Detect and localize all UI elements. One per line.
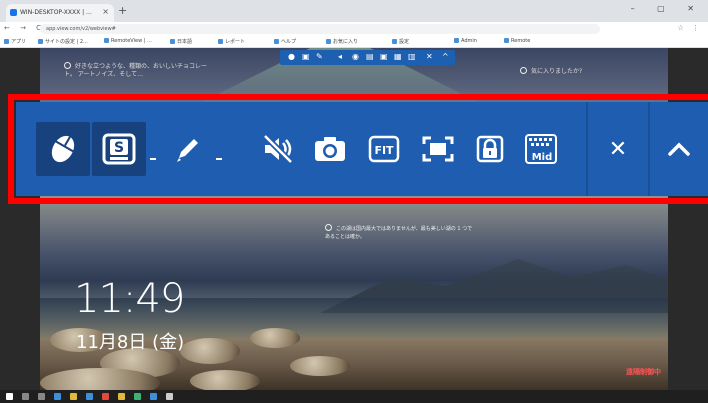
app-icon[interactable] — [86, 393, 93, 400]
mouse-icon — [51, 135, 75, 163]
info-icon — [64, 62, 71, 69]
bookmark-item[interactable]: Remote — [504, 38, 530, 44]
keyboard-s-icon[interactable]: ▣ — [302, 52, 310, 61]
quality-button[interactable]: Mid — [516, 122, 566, 176]
task-view-icon[interactable] — [38, 393, 45, 400]
spotlight-like-prompt[interactable]: 気に入りましたか? — [520, 66, 582, 75]
fullscreen-button[interactable] — [414, 122, 462, 176]
spotlight-tip-middle[interactable]: この湖は国内最大ではありませんが、最も美しい湖の 1 つであることは確か。 — [325, 224, 475, 241]
pen-dropdown-caret[interactable] — [216, 158, 222, 160]
svg-text:FIT: FIT — [374, 144, 394, 157]
edge-icon[interactable] — [54, 393, 61, 400]
pen-icon[interactable]: ✎ — [316, 52, 323, 61]
bookmark-item[interactable]: お気に入り — [326, 38, 358, 45]
tab-favicon-icon — [10, 9, 17, 16]
chevron-up-icon — [668, 142, 690, 156]
quality-mid-icon: Mid — [525, 134, 557, 164]
url-field[interactable]: app.view.com/v2/webview# — [40, 24, 600, 34]
mute-button[interactable] — [254, 122, 302, 176]
speaker-muted-icon — [262, 134, 294, 164]
bookmarks-bar: アプリ サイトの設定 | 2... RemoteView | ... 日本語 レ… — [0, 36, 708, 48]
fullscreen-icon[interactable]: ▣ — [380, 52, 388, 61]
folder-icon[interactable] — [70, 393, 77, 400]
bookmark-item[interactable]: レポート — [218, 38, 245, 45]
windows-start-icon[interactable] — [6, 393, 13, 400]
screenshot-button[interactable] — [306, 122, 354, 176]
window-controls[interactable]: – ▢ ✕ — [631, 4, 704, 13]
svg-text:S: S — [114, 140, 124, 156]
search-icon[interactable] — [22, 393, 29, 400]
tab-close-button[interactable]: × — [102, 7, 109, 16]
lock-screen-clock: 11:49 — [74, 276, 185, 322]
quality-mid-icon[interactable]: ▥ — [408, 52, 416, 61]
remote-toolbar: S FIT Mid ✕ — [16, 102, 708, 196]
keyboard-mode-button[interactable]: S — [92, 122, 146, 176]
pen-icon — [177, 139, 198, 162]
lock-screen-date: 11月8日 (金) — [76, 332, 185, 353]
close-icon: ✕ — [608, 136, 628, 162]
spotlight-tip-top-left[interactable]: 好きな立つような、種類の、おいしいチョコレート。 アートノイズ、そして… — [64, 62, 214, 79]
search-icon — [325, 224, 332, 231]
collapse-toolbar-button[interactable] — [656, 122, 702, 176]
address-bar-row: ← → C ⌂ app.view.com/v2/webview# ☆ ⋮ — [0, 22, 708, 36]
mouse-mode-button[interactable] — [36, 122, 90, 176]
chevron-up-icon[interactable]: ^ — [442, 52, 449, 61]
info-icon — [520, 67, 527, 74]
pen-button[interactable] — [166, 122, 210, 176]
fit-button[interactable]: FIT — [360, 122, 408, 176]
speaker-muted-icon[interactable]: ◂ — [338, 52, 342, 61]
fit-icon[interactable]: ▤ — [366, 52, 374, 61]
app-icon[interactable] — [118, 393, 125, 400]
new-tab-button[interactable]: + — [118, 4, 127, 17]
bookmark-item[interactable]: アプリ — [4, 38, 26, 45]
browser-tab[interactable]: WIN-DESKTOP-XXXX | ... × — [6, 4, 114, 22]
app-icon[interactable] — [150, 393, 157, 400]
keyboard-s-icon: S — [102, 133, 136, 165]
fit-icon: FIT — [368, 135, 400, 163]
bookmark-item[interactable]: RemoteView | ... — [104, 38, 152, 44]
fullscreen-icon — [422, 136, 454, 162]
mini-toolbar[interactable]: ● ▣ ✎ ◂ ◉ ▤ ▣ ▦ ▥ ✕ ^ — [280, 50, 455, 65]
lock-icon — [476, 135, 504, 163]
app-icon[interactable] — [166, 393, 173, 400]
lock-icon[interactable]: ▦ — [394, 52, 402, 61]
browser-tab-bar: WIN-DESKTOP-XXXX | ... × + – ▢ ✕ — [0, 0, 708, 22]
close-icon[interactable]: ✕ — [426, 52, 433, 61]
screenshot-root: WIN-DESKTOP-XXXX | ... × + – ▢ ✕ ← → C ⌂… — [0, 0, 708, 403]
taskbar — [0, 390, 708, 403]
bookmark-item[interactable]: 日本語 — [170, 38, 192, 45]
bookmark-item[interactable]: サイトの設定 | 2... — [38, 38, 88, 45]
lock-button[interactable] — [466, 122, 514, 176]
app-icon[interactable] — [134, 393, 141, 400]
bookmark-item[interactable]: ヘルプ — [274, 38, 296, 45]
keyboard-dropdown-caret[interactable] — [150, 158, 156, 160]
toolbar-divider — [586, 102, 588, 196]
remote-control-status: 遠隔制御中 — [626, 368, 661, 376]
camera-icon — [315, 137, 345, 161]
svg-text:Mid: Mid — [532, 152, 553, 163]
tab-title: WIN-DESKTOP-XXXX | ... — [20, 9, 92, 16]
camera-icon[interactable]: ◉ — [352, 52, 359, 61]
address-bar-icons[interactable]: ☆ ⋮ — [677, 24, 702, 32]
bookmark-item[interactable]: 設定 — [392, 38, 409, 45]
mouse-icon[interactable]: ● — [288, 52, 295, 61]
app-icon[interactable] — [102, 393, 109, 400]
bookmark-item[interactable]: Admin — [454, 38, 477, 44]
toolbar-divider — [648, 102, 650, 196]
close-toolbar-button[interactable]: ✕ — [596, 122, 640, 176]
